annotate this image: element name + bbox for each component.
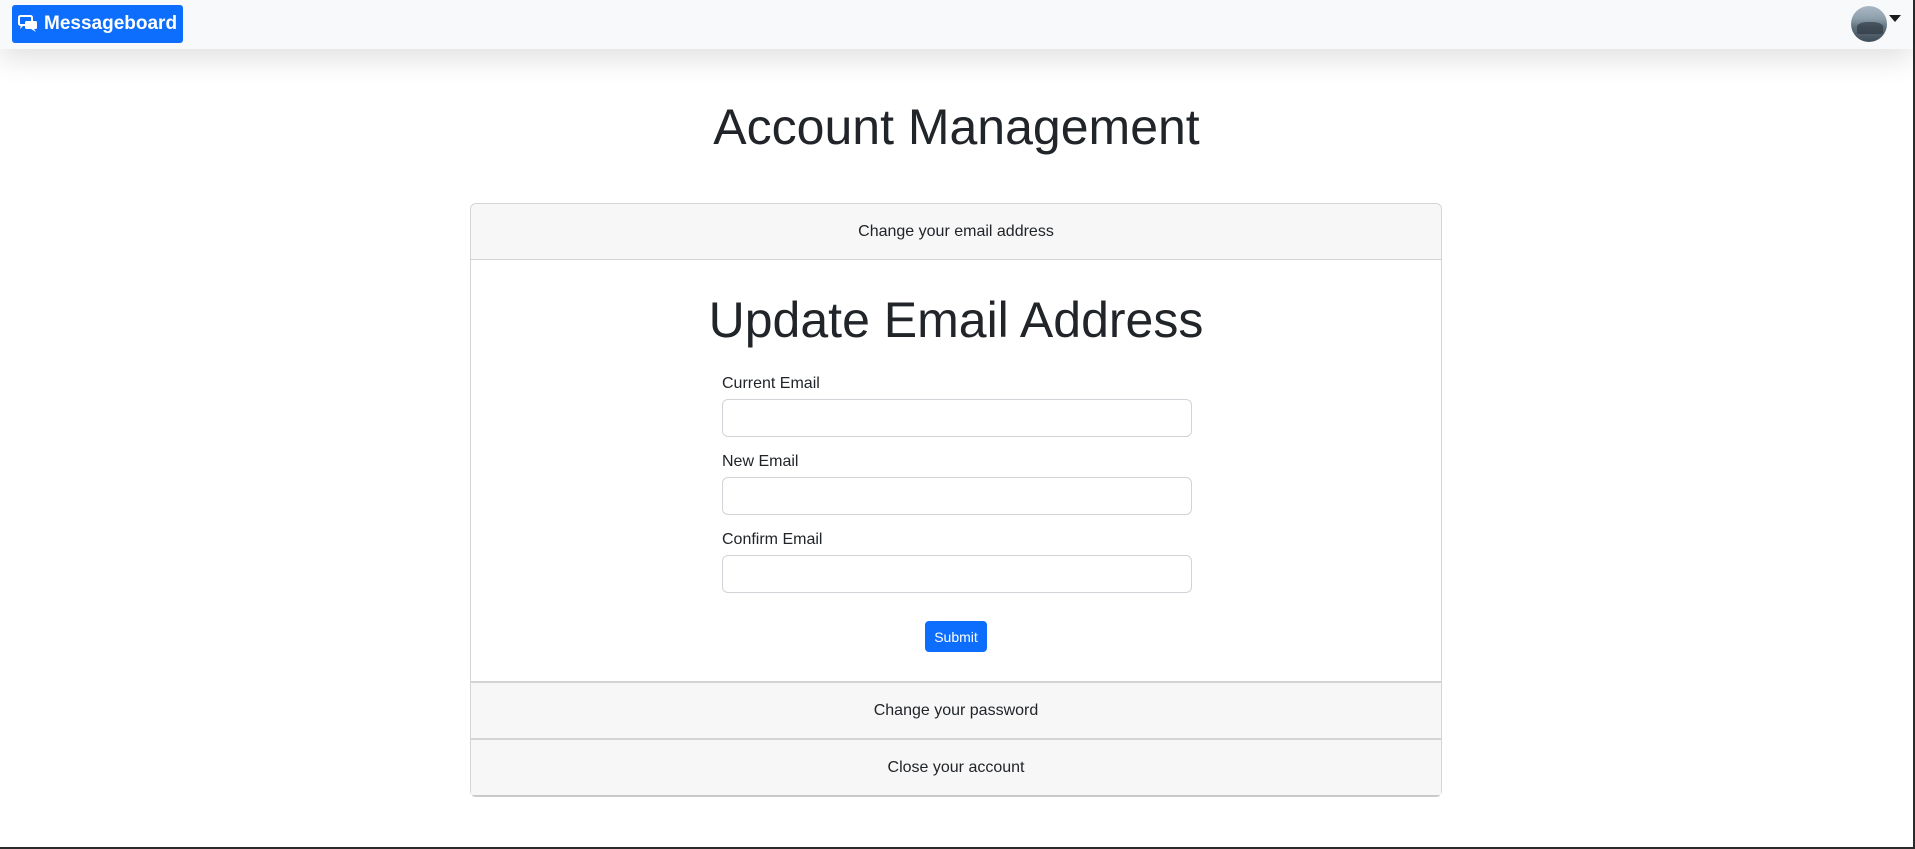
accordion-item-password: Change your password	[470, 682, 1442, 739]
accordion-header-close[interactable]: Close your account	[471, 740, 1441, 795]
current-email-field[interactable]	[722, 399, 1192, 437]
page-title: Account Management	[713, 99, 1200, 155]
accordion-item-email: Change your email address Update Email A…	[470, 203, 1442, 682]
accordion-header-password-label: Change your password	[873, 701, 1039, 719]
brand-link[interactable]: Messageboard	[12, 5, 184, 43]
confirm-email-group: Confirm Email	[722, 530, 1192, 593]
chat-bubbles-icon	[18, 15, 37, 32]
update-email-form: Current Email New Email Confirm Email	[722, 374, 1192, 608]
caret-down-icon[interactable]	[1889, 14, 1901, 22]
accordion-header-email-label: Change your email address	[858, 222, 1054, 240]
avatar[interactable]	[1851, 6, 1887, 42]
accordion-body-email: Update Email Address Current Email New E…	[471, 260, 1441, 681]
current-email-group: Current Email	[722, 374, 1192, 437]
new-email-group: New Email	[722, 452, 1192, 515]
user-menu-toggle[interactable]	[1851, 6, 1901, 42]
accordion-header-close-label: Close your account	[887, 758, 1025, 776]
brand-label: Messageboard	[44, 13, 178, 34]
new-email-label: New Email	[722, 453, 799, 470]
submit-button[interactable]: Submit	[925, 621, 987, 652]
accordion-item-close: Close your account	[470, 739, 1442, 797]
confirm-email-field[interactable]	[722, 555, 1192, 593]
update-email-title: Update Email Address	[708, 292, 1204, 348]
page: Messageboard Account Management Change y…	[0, 0, 1915, 849]
new-email-field[interactable]	[722, 477, 1192, 515]
accordion-header-email[interactable]: Change your email address	[471, 204, 1441, 260]
accordion-header-password[interactable]: Change your password	[471, 683, 1441, 738]
account-accordion: Change your email address Update Email A…	[470, 203, 1442, 797]
navbar: Messageboard	[0, 0, 1913, 49]
confirm-email-label: Confirm Email	[722, 531, 823, 548]
submit-wrap: Submit	[471, 621, 1441, 652]
current-email-label: Current Email	[722, 375, 820, 392]
